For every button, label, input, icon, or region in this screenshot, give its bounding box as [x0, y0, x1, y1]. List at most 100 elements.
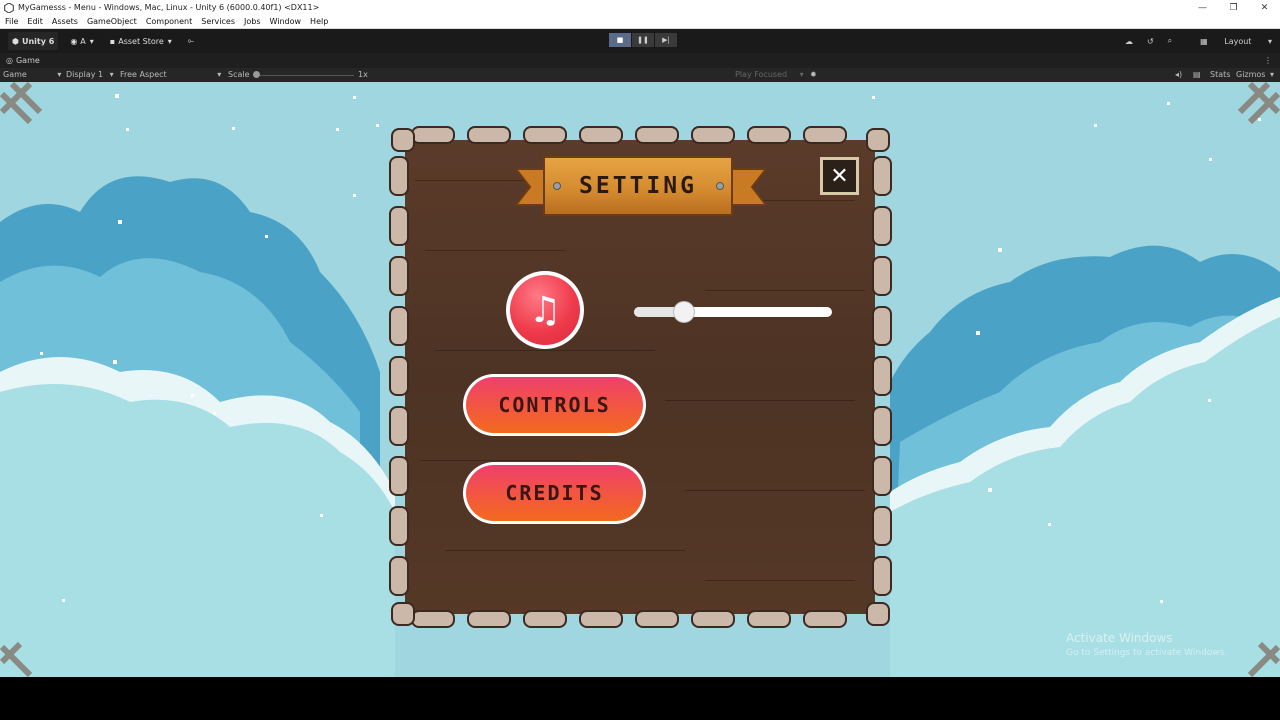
music-toggle-button[interactable]: ♫ — [506, 271, 584, 349]
audio-icon[interactable]: ◂) — [1175, 70, 1182, 79]
minimize-button[interactable]: — — [1187, 0, 1218, 15]
menu-help[interactable]: Help — [310, 17, 328, 26]
frame-stone — [523, 126, 567, 144]
frame-stone — [389, 356, 409, 396]
gamepad-icon: ◎ — [6, 56, 13, 65]
layout-dropdown[interactable]: ▦ Layout ▾ — [1186, 37, 1272, 46]
chevron-down-icon: ▾ — [109, 70, 114, 79]
chevron-down-icon: ▾ — [217, 70, 222, 79]
frame-stone — [872, 306, 892, 346]
game-view-dropdown[interactable]: Game ▾ — [3, 70, 61, 79]
menu-edit[interactable]: Edit — [27, 17, 43, 26]
display-dropdown[interactable]: Display 1 ▾ — [66, 70, 114, 79]
volume-slider-knob[interactable] — [672, 301, 695, 323]
close-window-button[interactable]: ✕ — [1249, 0, 1280, 15]
menu-assets[interactable]: Assets — [52, 17, 78, 26]
frame-stone — [872, 406, 892, 446]
frame-stone — [872, 356, 892, 396]
chevron-down-icon: ▾ — [1267, 36, 1272, 46]
frame-stone — [866, 602, 890, 626]
search-icon[interactable]: ⌕ — [1168, 36, 1172, 46]
credits-button-face: CREDITS — [466, 465, 643, 521]
menu-gameobject[interactable]: GameObject — [87, 17, 137, 26]
close-icon: ✕ — [830, 163, 849, 189]
cloud-icon[interactable]: ☁ — [1125, 37, 1133, 46]
version-control-button[interactable]: ⟜ — [184, 32, 198, 50]
frame-stone — [523, 610, 567, 628]
chevron-down-icon: ▾ — [167, 36, 172, 46]
bolt-icon — [716, 182, 724, 190]
stats-button[interactable]: Stats — [1210, 70, 1230, 79]
play-controls: ■ ❚❚ ▶| — [609, 33, 678, 47]
menu-services[interactable]: Services — [201, 17, 235, 26]
volume-slider-track[interactable] — [634, 307, 832, 317]
frame-stone — [872, 256, 892, 296]
pause-button[interactable]: ❚❚ — [632, 33, 654, 47]
display-dropdown-label: Display 1 — [66, 70, 104, 79]
scale-slider-track[interactable] — [256, 75, 354, 76]
frame-stone — [872, 456, 892, 496]
activate-windows-hint: Go to Settings to activate Windows. — [1066, 648, 1228, 658]
chevron-down-icon: ▾ — [89, 36, 94, 46]
credits-button[interactable]: CREDITS — [463, 462, 646, 524]
layout-icon: ▦ — [1200, 36, 1208, 46]
more-options-icon[interactable]: ⋮ — [1264, 56, 1272, 65]
frame-stone — [872, 556, 892, 596]
play-focused-dropdown[interactable]: Play Focused ▾ — [735, 70, 804, 79]
close-settings-button[interactable]: ✕ — [820, 157, 859, 195]
restore-button[interactable]: ❐ — [1218, 0, 1249, 15]
account-label: A — [80, 36, 86, 46]
frame-stone — [691, 126, 735, 144]
frame-stone — [389, 206, 409, 246]
frame-stone — [872, 506, 892, 546]
menu-file[interactable]: File — [5, 17, 18, 26]
play-stop-button[interactable]: ■ — [609, 33, 631, 47]
frame-stone — [747, 126, 791, 144]
window-title-bar: MyGamesss - Menu - Windows, Mac, Linux -… — [0, 0, 1280, 15]
frame-stone — [579, 610, 623, 628]
frame-stone — [391, 128, 415, 152]
bolt-icon — [553, 182, 561, 190]
frame-stone — [635, 610, 679, 628]
frame-stone — [803, 126, 847, 144]
step-button[interactable]: ▶| — [655, 33, 677, 47]
game-view-dropdown-label: Game — [3, 70, 27, 79]
asset-store-label: Asset Store — [118, 36, 164, 46]
frame-stone — [411, 610, 455, 628]
controls-button[interactable]: CONTROLS — [463, 374, 646, 436]
menu-jobs[interactable]: Jobs — [244, 17, 261, 26]
aspect-dropdown[interactable]: Free Aspect ▾ — [120, 70, 221, 79]
history-icon[interactable]: ↺ — [1147, 37, 1154, 46]
frame-icon[interactable]: ▤ — [1193, 70, 1201, 79]
chevron-down-icon: ▾ — [799, 70, 804, 79]
frame-stone — [389, 556, 409, 596]
frame-stone — [803, 610, 847, 628]
frame-stone — [389, 456, 409, 496]
frame-stone — [389, 306, 409, 346]
unity-version-label: Unity 6 — [21, 36, 55, 46]
frame-stone — [389, 506, 409, 546]
frame-stone — [391, 602, 415, 626]
asset-store-button[interactable]: ▪ Asset Store ▾ — [106, 32, 176, 50]
chevron-down-icon[interactable]: ▾ — [1270, 70, 1274, 79]
gizmos-button[interactable]: Gizmos — [1236, 70, 1265, 79]
game-tab-bar: ◎ Game ⋮ — [0, 53, 1280, 68]
frame-stone — [389, 156, 409, 196]
scale-slider-knob[interactable] — [253, 71, 260, 78]
music-button-face: ♫ — [510, 275, 580, 345]
pause-icon: ❚❚ — [637, 36, 649, 44]
frame-stone — [411, 126, 455, 144]
unity-account-button[interactable]: ⬢ Unity 6 — [8, 32, 59, 50]
menu-component[interactable]: Component — [146, 17, 192, 26]
bug-icon[interactable]: ✹ — [810, 70, 817, 79]
credits-button-label: CREDITS — [505, 481, 604, 505]
menu-bar: File Edit Assets GameObject Component Se… — [0, 15, 1280, 29]
music-note-icon: ♫ — [528, 289, 562, 331]
controls-button-label: CONTROLS — [498, 393, 611, 417]
account-dropdown[interactable]: ◉ A ▾ — [66, 32, 97, 50]
unity-cube-icon: ⬢ — [12, 36, 19, 46]
menu-window[interactable]: Window — [270, 17, 302, 26]
frame-stone — [747, 610, 791, 628]
tab-game[interactable]: Game — [16, 56, 40, 65]
settings-title-banner: SETTING — [543, 156, 733, 216]
